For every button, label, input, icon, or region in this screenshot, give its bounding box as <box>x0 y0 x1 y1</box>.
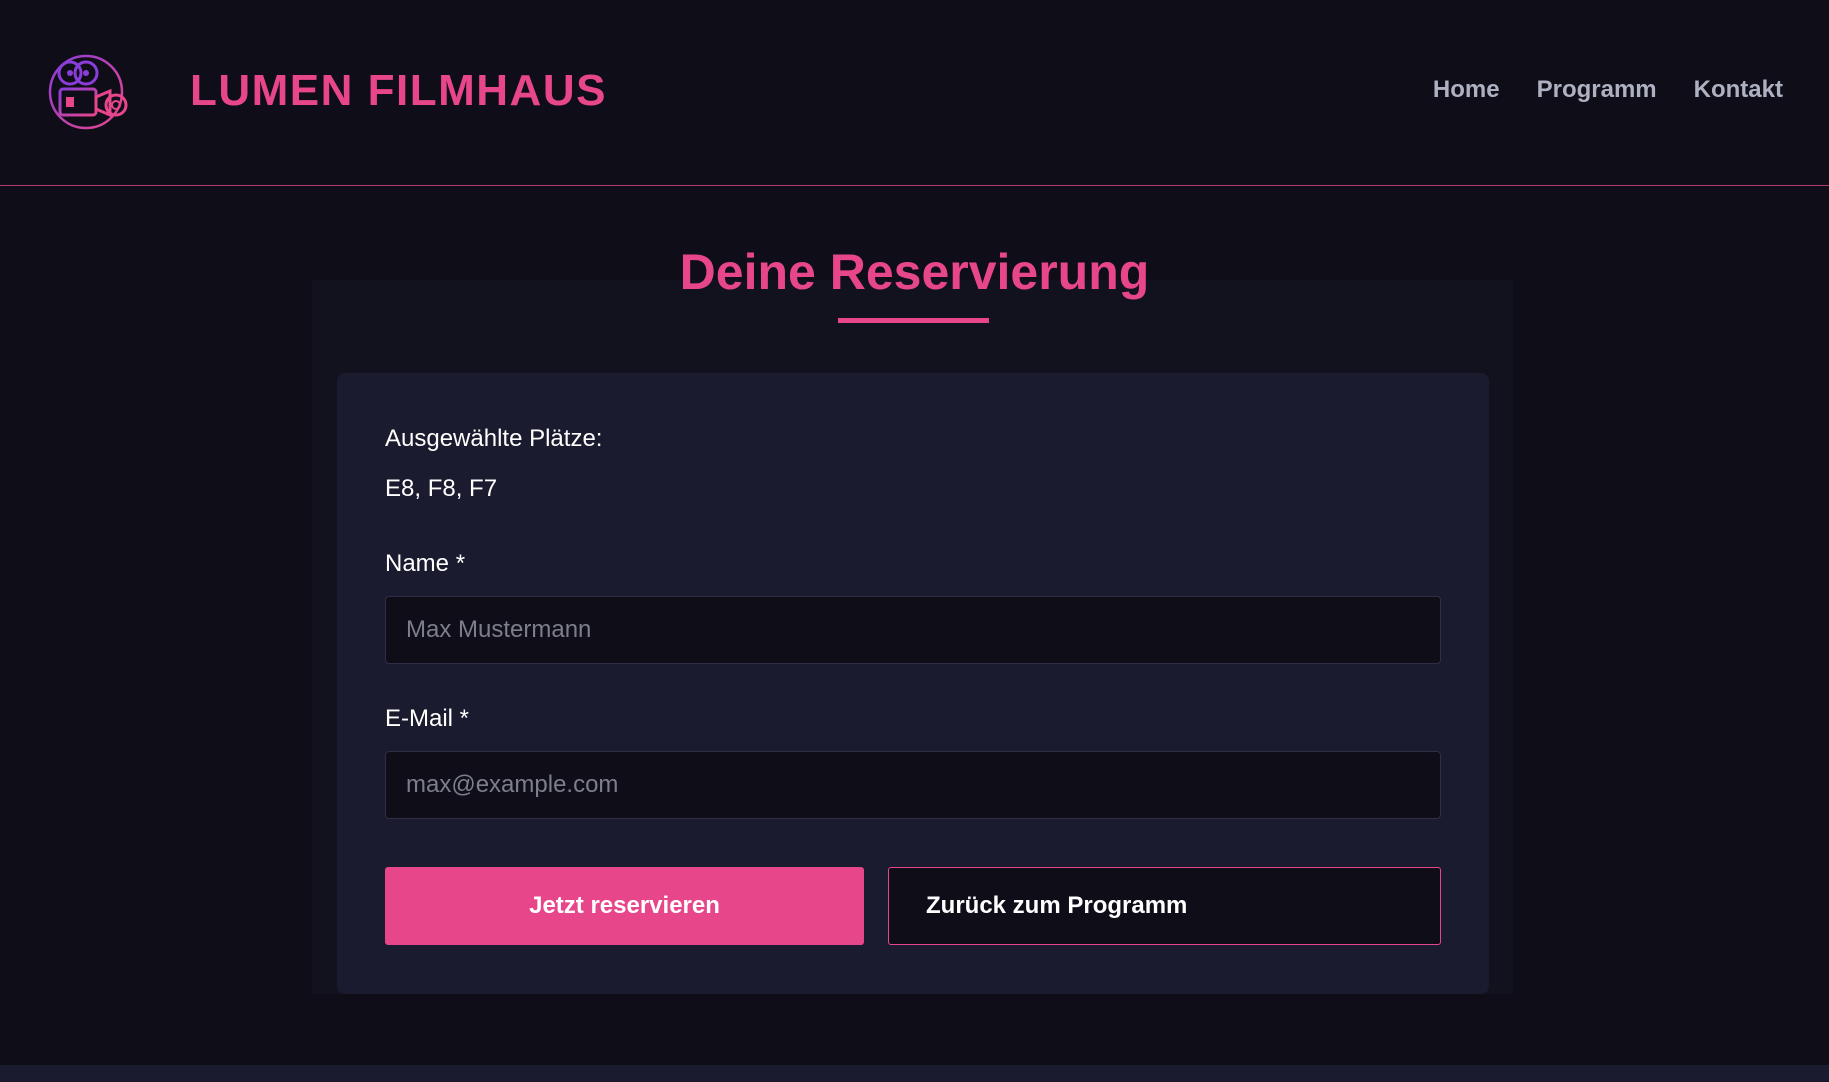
name-field[interactable] <box>385 596 1441 664</box>
brand-name[interactable]: LUMEN FILMHAUS <box>190 66 607 116</box>
nav-programm-link[interactable]: Programm <box>1537 76 1657 104</box>
nav-home-link[interactable]: Home <box>1433 76 1500 104</box>
email-label: E-Mail * <box>385 705 470 732</box>
selected-seats-label: Ausgewählte Plätze: <box>385 425 603 452</box>
site-header: LUMEN FILMHAUS Home Programm Kontakt <box>0 0 1829 186</box>
title-underline <box>838 318 989 323</box>
selected-seats-value: E8, F8, F7 <box>385 475 498 502</box>
page-title: Deine Reservierung <box>679 244 1150 300</box>
email-field[interactable] <box>385 751 1441 819</box>
film-camera-icon[interactable] <box>48 53 132 131</box>
reserve-button[interactable]: Jetzt reservieren <box>385 867 864 945</box>
footer <box>0 1065 1829 1082</box>
nav-kontakt-link[interactable]: Kontakt <box>1694 76 1783 104</box>
main-nav: Home Programm Kontakt <box>1433 76 1783 104</box>
name-label: Name * <box>385 550 466 577</box>
back-to-program-button[interactable]: Zurück zum Programm <box>888 867 1441 945</box>
